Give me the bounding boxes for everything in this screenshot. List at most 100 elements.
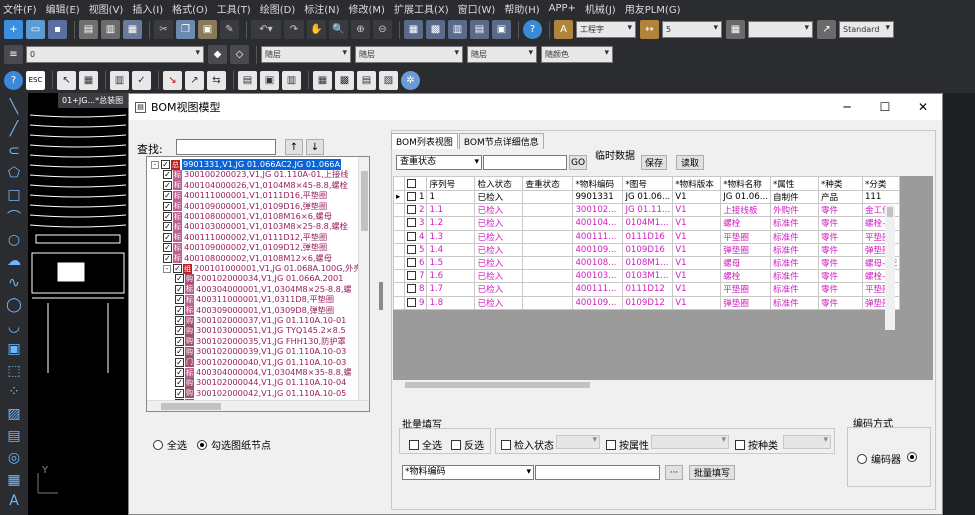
table-row[interactable]: 3 1.2 已检入 400104... 0104M1... V1 螺栓 标准件 零件 螺栓-全 bbox=[393, 216, 901, 231]
region-icon[interactable]: ◎ bbox=[5, 449, 23, 466]
menu-item[interactable]: 文件(F) bbox=[3, 1, 37, 16]
tree-node-checkbox[interactable]: ✓ bbox=[163, 212, 172, 221]
plm-attr-icon[interactable]: ▥ bbox=[282, 70, 301, 90]
table-row[interactable]: ▸ 1 1 已检入 9901331 JG 01.06... V1 JG 01.06... 自制件… bbox=[393, 189, 901, 205]
tree-node[interactable]: ✓ 购 300102000042,V1,JG 01.110A.10-05 bbox=[175, 388, 346, 399]
table-cell[interactable]: V1 bbox=[672, 189, 722, 205]
table-cell[interactable]: 0103M1... bbox=[622, 269, 674, 284]
row-checkbox[interactable] bbox=[407, 297, 416, 307]
table-cell[interactable]: 零件 bbox=[817, 295, 863, 310]
table-cell[interactable]: 400103... bbox=[572, 269, 624, 284]
tree-node[interactable]: ✓ 标 300100200023,V1,JG 01.110A-01,上接线 bbox=[163, 169, 349, 180]
table-cell[interactable]: 0109D12 bbox=[622, 295, 674, 310]
table-cell[interactable] bbox=[522, 242, 574, 257]
table-cell[interactable]: V1 bbox=[672, 269, 722, 284]
menu-item[interactable]: 窗口(W) bbox=[458, 1, 496, 16]
table-row[interactable]: 5 1.4 已检入 400109... 0109D16 V1 弹垫圈 标准件 零件 弹垫圈- bbox=[393, 242, 901, 257]
select-all-radio[interactable] bbox=[153, 439, 163, 450]
table-cell[interactable]: 零件 bbox=[817, 269, 863, 284]
tree-node[interactable]: ✓ 标 400111000002,V1,0111D12,平垫圈 bbox=[163, 232, 327, 243]
table-cell[interactable] bbox=[522, 282, 574, 297]
construction-line-icon[interactable]: ╱ bbox=[5, 121, 23, 138]
tree-node-checkbox[interactable]: ✓ bbox=[175, 357, 184, 367]
drawing-tab[interactable]: 01+JG...*总装图 bbox=[58, 93, 128, 108]
tree-node[interactable]: ✓ 标 400304000004,V1,0304M8×35-8.8,螺 bbox=[175, 367, 352, 378]
tab-node-detail[interactable]: BOM节点详细信息 bbox=[458, 133, 544, 149]
row-checkbox[interactable] bbox=[407, 231, 416, 241]
plm-settings-icon[interactable]: ✲ bbox=[401, 70, 420, 90]
tree-node-checkbox[interactable]: ✓ bbox=[175, 326, 184, 336]
pan-icon[interactable]: ✋ bbox=[307, 20, 326, 39]
table-cell[interactable]: 1.7 bbox=[426, 282, 476, 297]
row-checkbox[interactable] bbox=[407, 258, 416, 268]
row-checkbox-cell[interactable]: 2 bbox=[403, 203, 428, 218]
table-cell[interactable]: 已检入 bbox=[474, 242, 524, 257]
text-style-dropdown[interactable]: 工程字 bbox=[576, 21, 636, 38]
plm-list-icon[interactable]: ▦ bbox=[79, 70, 98, 90]
column-header[interactable]: *图号 bbox=[622, 176, 674, 191]
table-cell[interactable]: 零件 bbox=[817, 255, 863, 271]
tree-node[interactable]: ✓ 标 400104000026,V1,0104M8×45-8.8,螺栓 bbox=[163, 180, 348, 191]
go-button[interactable]: GO bbox=[569, 155, 587, 170]
tree-node[interactable]: ✓ 标 400109000002,V1,0109D12,弹垫圈 bbox=[163, 242, 327, 253]
tree-node-checkbox[interactable]: ✓ bbox=[163, 201, 172, 211]
table-cell[interactable]: 平垫圈 bbox=[720, 282, 771, 297]
table-cell[interactable]: 外购件 bbox=[769, 203, 819, 218]
table-cell[interactable] bbox=[522, 269, 574, 284]
menu-item[interactable]: 修改(M) bbox=[349, 1, 385, 16]
table-cell[interactable]: 标准件 bbox=[769, 229, 819, 244]
table-cell[interactable] bbox=[522, 189, 574, 205]
table-cell[interactable]: V1 bbox=[672, 255, 722, 271]
read-button[interactable]: 读取 bbox=[676, 155, 704, 170]
checkin-status-checkbox[interactable]: 检入状态 bbox=[501, 437, 554, 452]
circle-icon[interactable]: ○ bbox=[5, 231, 23, 248]
table-cell[interactable]: 400108... bbox=[572, 255, 624, 271]
table-cell[interactable]: 9901331 bbox=[572, 189, 624, 205]
table-cell[interactable]: V1 bbox=[672, 242, 722, 257]
column-header[interactable] bbox=[403, 176, 428, 191]
multileader-style-dropdown[interactable]: Standard bbox=[839, 21, 894, 38]
table-cell[interactable]: 螺母 bbox=[720, 255, 771, 271]
tab-bom-list[interactable]: BOM列表视图 bbox=[391, 133, 458, 149]
table-cell[interactable]: 已检入 bbox=[474, 282, 524, 297]
tree-node-checkbox[interactable]: ✓ bbox=[173, 264, 182, 273]
tree-node-checkbox[interactable]: ✓ bbox=[163, 170, 172, 180]
row-checkbox-cell[interactable]: 3 bbox=[403, 216, 428, 231]
tree-node[interactable]: ✓ 标 400109000001,V1,0109D16,弹垫圈 bbox=[163, 201, 327, 212]
table-cell[interactable]: 已检入 bbox=[474, 189, 524, 205]
plotstyle-dropdown[interactable]: 随颜色 bbox=[541, 46, 613, 63]
table-cell[interactable]: JG 01.06... bbox=[622, 189, 674, 205]
table-row[interactable]: 8 1.7 已检入 400111... 0111D12 V1 平垫圈 标准件 零件 平垫圈- bbox=[393, 282, 901, 297]
row-checkbox-cell[interactable]: 6 bbox=[403, 255, 428, 271]
zoom-realtime-icon[interactable]: 🔍 bbox=[329, 20, 348, 39]
row-checkbox-cell[interactable]: 4 bbox=[403, 229, 428, 244]
paste-icon[interactable]: ▣ bbox=[198, 20, 217, 39]
match-properties-icon[interactable]: ✎ bbox=[220, 20, 239, 39]
table-cell[interactable]: 400109... bbox=[572, 242, 624, 257]
menu-item[interactable]: 用友PLM(G) bbox=[625, 1, 681, 16]
spline-icon[interactable]: ∿ bbox=[5, 275, 23, 292]
tree-node-checkbox[interactable]: ✓ bbox=[175, 347, 184, 357]
plm-view-icon[interactable]: ▣ bbox=[260, 70, 279, 90]
table-cell[interactable]: 已检入 bbox=[474, 255, 524, 271]
column-header[interactable]: 查重状态 bbox=[522, 176, 574, 191]
search-up-button[interactable]: ↑ bbox=[285, 139, 303, 155]
plm-help-icon[interactable]: ? bbox=[4, 70, 23, 90]
undo-icon[interactable]: ↶▾ bbox=[251, 20, 281, 39]
tree-node[interactable]: ✓ 购 300102000035,V1,JG FHH130,防护罩 bbox=[175, 336, 346, 347]
by-attribute-checkbox[interactable]: 按属性 bbox=[606, 437, 649, 452]
search-input[interactable] bbox=[176, 139, 276, 155]
table-cell[interactable]: 1.4 bbox=[426, 242, 476, 257]
table-cell[interactable]: 上接线板 bbox=[720, 203, 771, 218]
menu-item[interactable]: 扩展工具(X) bbox=[394, 1, 449, 16]
tree-node[interactable]: ✓ 标 400108000002,V1,0108M12×6,螺母 bbox=[163, 253, 332, 264]
tree-horizontal-scrollbar[interactable] bbox=[147, 400, 369, 411]
lineweight-dropdown[interactable]: 随层 bbox=[467, 46, 537, 63]
bom-tree[interactable]: ✓购300102000043,V1,JG 01.110A.10-07✓购3001… bbox=[146, 156, 370, 412]
table-cell[interactable]: 400109... bbox=[572, 295, 624, 310]
table-cell[interactable]: 1.3 bbox=[426, 229, 476, 244]
tree-node-checkbox[interactable]: ✓ bbox=[175, 305, 184, 315]
attribute-dropdown[interactable] bbox=[651, 435, 729, 449]
print-preview-icon[interactable]: ▥ bbox=[101, 20, 120, 39]
menu-item[interactable]: 机械(J) bbox=[585, 1, 616, 16]
